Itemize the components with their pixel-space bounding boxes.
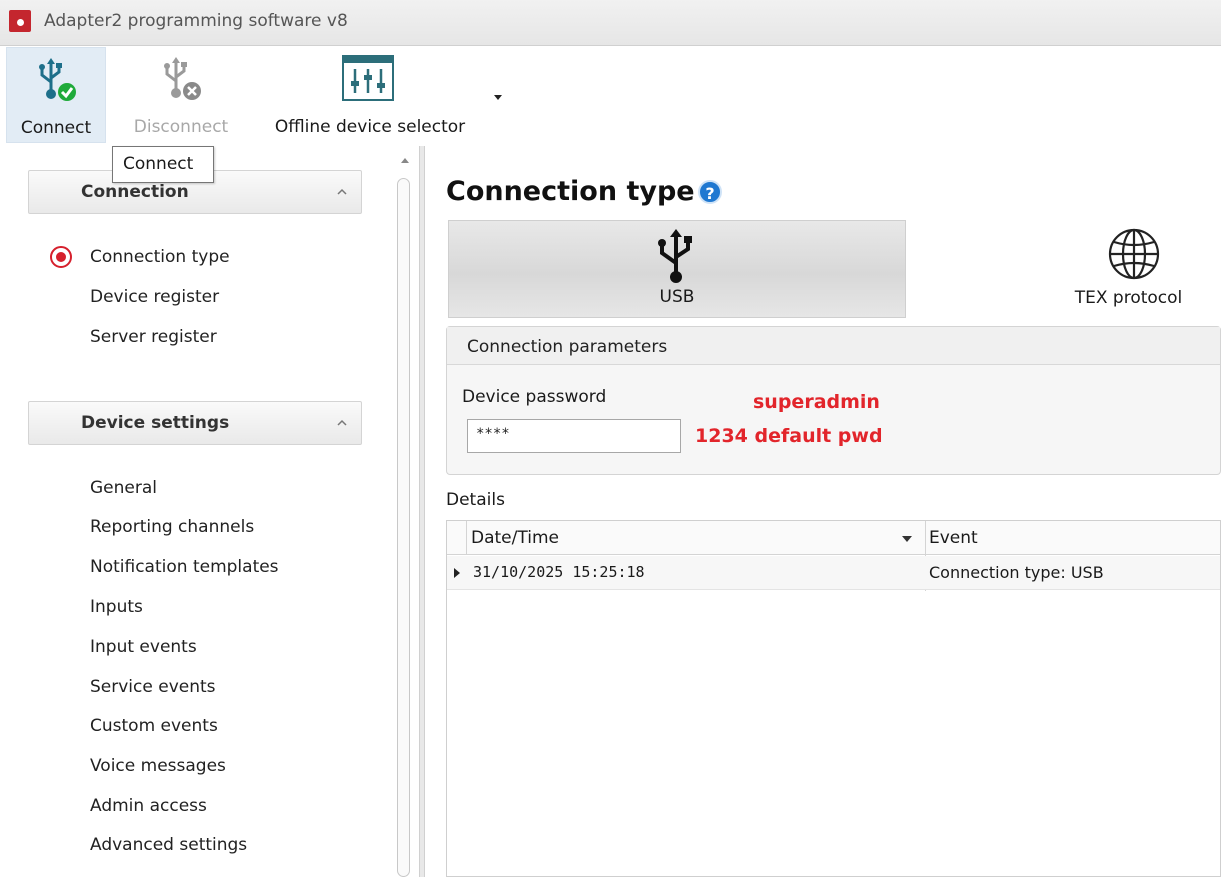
disconnect-button[interactable]: Disconnect [116, 47, 246, 143]
main-panel: Connection type ? USB TEX protocol Conne… [426, 146, 1221, 877]
details-grid: Date/Time Event 31/10/2025 15:25:18 Conn… [446, 520, 1221, 877]
caret-down-icon [494, 95, 502, 100]
help-icon[interactable]: ? [698, 180, 722, 204]
usb-icon [650, 229, 702, 290]
app-icon [9, 10, 31, 32]
sidebar-scrollbar[interactable] [397, 178, 410, 877]
sidebar-item-admin-access[interactable]: Admin access [90, 796, 207, 816]
device-password-label: Device password [462, 387, 607, 407]
device-settings-section-header[interactable]: Device settings [28, 401, 362, 445]
scroll-up-arrow-icon[interactable] [399, 155, 411, 167]
column-header-event[interactable]: Event [929, 528, 978, 548]
sidebar-item-server-register[interactable]: Server register [90, 327, 217, 347]
annotation-default-password: 1234 default pwd [695, 425, 883, 447]
table-row[interactable]: 31/10/2025 15:25:18 Connection type: USB [447, 556, 1220, 590]
page-title: Connection type [446, 176, 695, 207]
connect-tooltip: Connect [112, 146, 214, 183]
sidebar-item-input-events[interactable]: Input events [90, 637, 197, 657]
tex-protocol-tile[interactable]: TEX protocol [906, 220, 1221, 318]
toolbar: Connect Disconnect Offline device select… [0, 47, 1221, 145]
connect-label: Connect [20, 118, 92, 138]
window-title: Adapter2 programming software v8 [44, 11, 348, 31]
device-selector-icon [342, 55, 394, 106]
title-bar: Adapter2 programming software v8 [0, 0, 1221, 46]
connection-section-title: Connection [81, 182, 189, 202]
usb-connection-tile[interactable]: USB [448, 220, 906, 318]
sidebar-item-general[interactable]: General [90, 478, 157, 498]
tex-protocol-label: TEX protocol [1074, 288, 1183, 308]
sort-dropdown-icon[interactable] [901, 535, 913, 543]
details-label: Details [446, 490, 505, 510]
sidebar-item-reporting-channels[interactable]: Reporting channels [90, 517, 254, 537]
sidebar-item-connection-type[interactable]: Connection type [90, 247, 230, 267]
device-password-field[interactable]: **** [467, 419, 681, 453]
grid-header: Date/Time Event [447, 521, 1220, 555]
row-indicator-icon [454, 568, 460, 578]
sidebar-item-device-register[interactable]: Device register [90, 287, 219, 307]
cell-datetime: 31/10/2025 15:25:18 [473, 563, 645, 581]
panel-splitter[interactable] [419, 146, 425, 877]
device-settings-section-title: Device settings [81, 413, 230, 433]
sidebar-item-service-events[interactable]: Service events [90, 677, 216, 697]
sidebar-item-notification-templates[interactable]: Notification templates [90, 557, 279, 577]
chevron-up-icon [337, 188, 347, 195]
usb-connect-icon [37, 58, 77, 107]
row-selector-header [447, 521, 467, 555]
usb-label: USB [659, 287, 695, 307]
sidebar-item-advanced-settings[interactable]: Advanced settings [90, 835, 247, 855]
sidebar-item-inputs[interactable]: Inputs [90, 597, 143, 617]
offline-device-selector-button[interactable]: Offline device selector [256, 47, 484, 143]
globe-icon [1106, 226, 1162, 287]
sidebar-item-voice-messages[interactable]: Voice messages [90, 756, 226, 776]
connection-parameters-header: Connection parameters [447, 327, 1220, 365]
connection-parameters-group: Connection parameters Device password **… [446, 326, 1221, 475]
toolbar-dropdown-arrow[interactable] [488, 89, 508, 105]
connect-button[interactable]: Connect [6, 47, 106, 143]
column-header-datetime[interactable]: Date/Time [471, 528, 559, 548]
usb-disconnect-icon [162, 57, 202, 106]
offline-selector-label: Offline device selector [274, 117, 466, 137]
chevron-up-icon [337, 419, 347, 426]
selected-radio-icon [50, 246, 72, 268]
sidebar-item-custom-events[interactable]: Custom events [90, 716, 218, 736]
disconnect-label: Disconnect [133, 117, 229, 137]
cell-event: Connection type: USB [929, 563, 1104, 582]
annotation-superadmin: superadmin [753, 391, 880, 413]
sidebar: Connection Connection type Device regist… [0, 146, 390, 877]
